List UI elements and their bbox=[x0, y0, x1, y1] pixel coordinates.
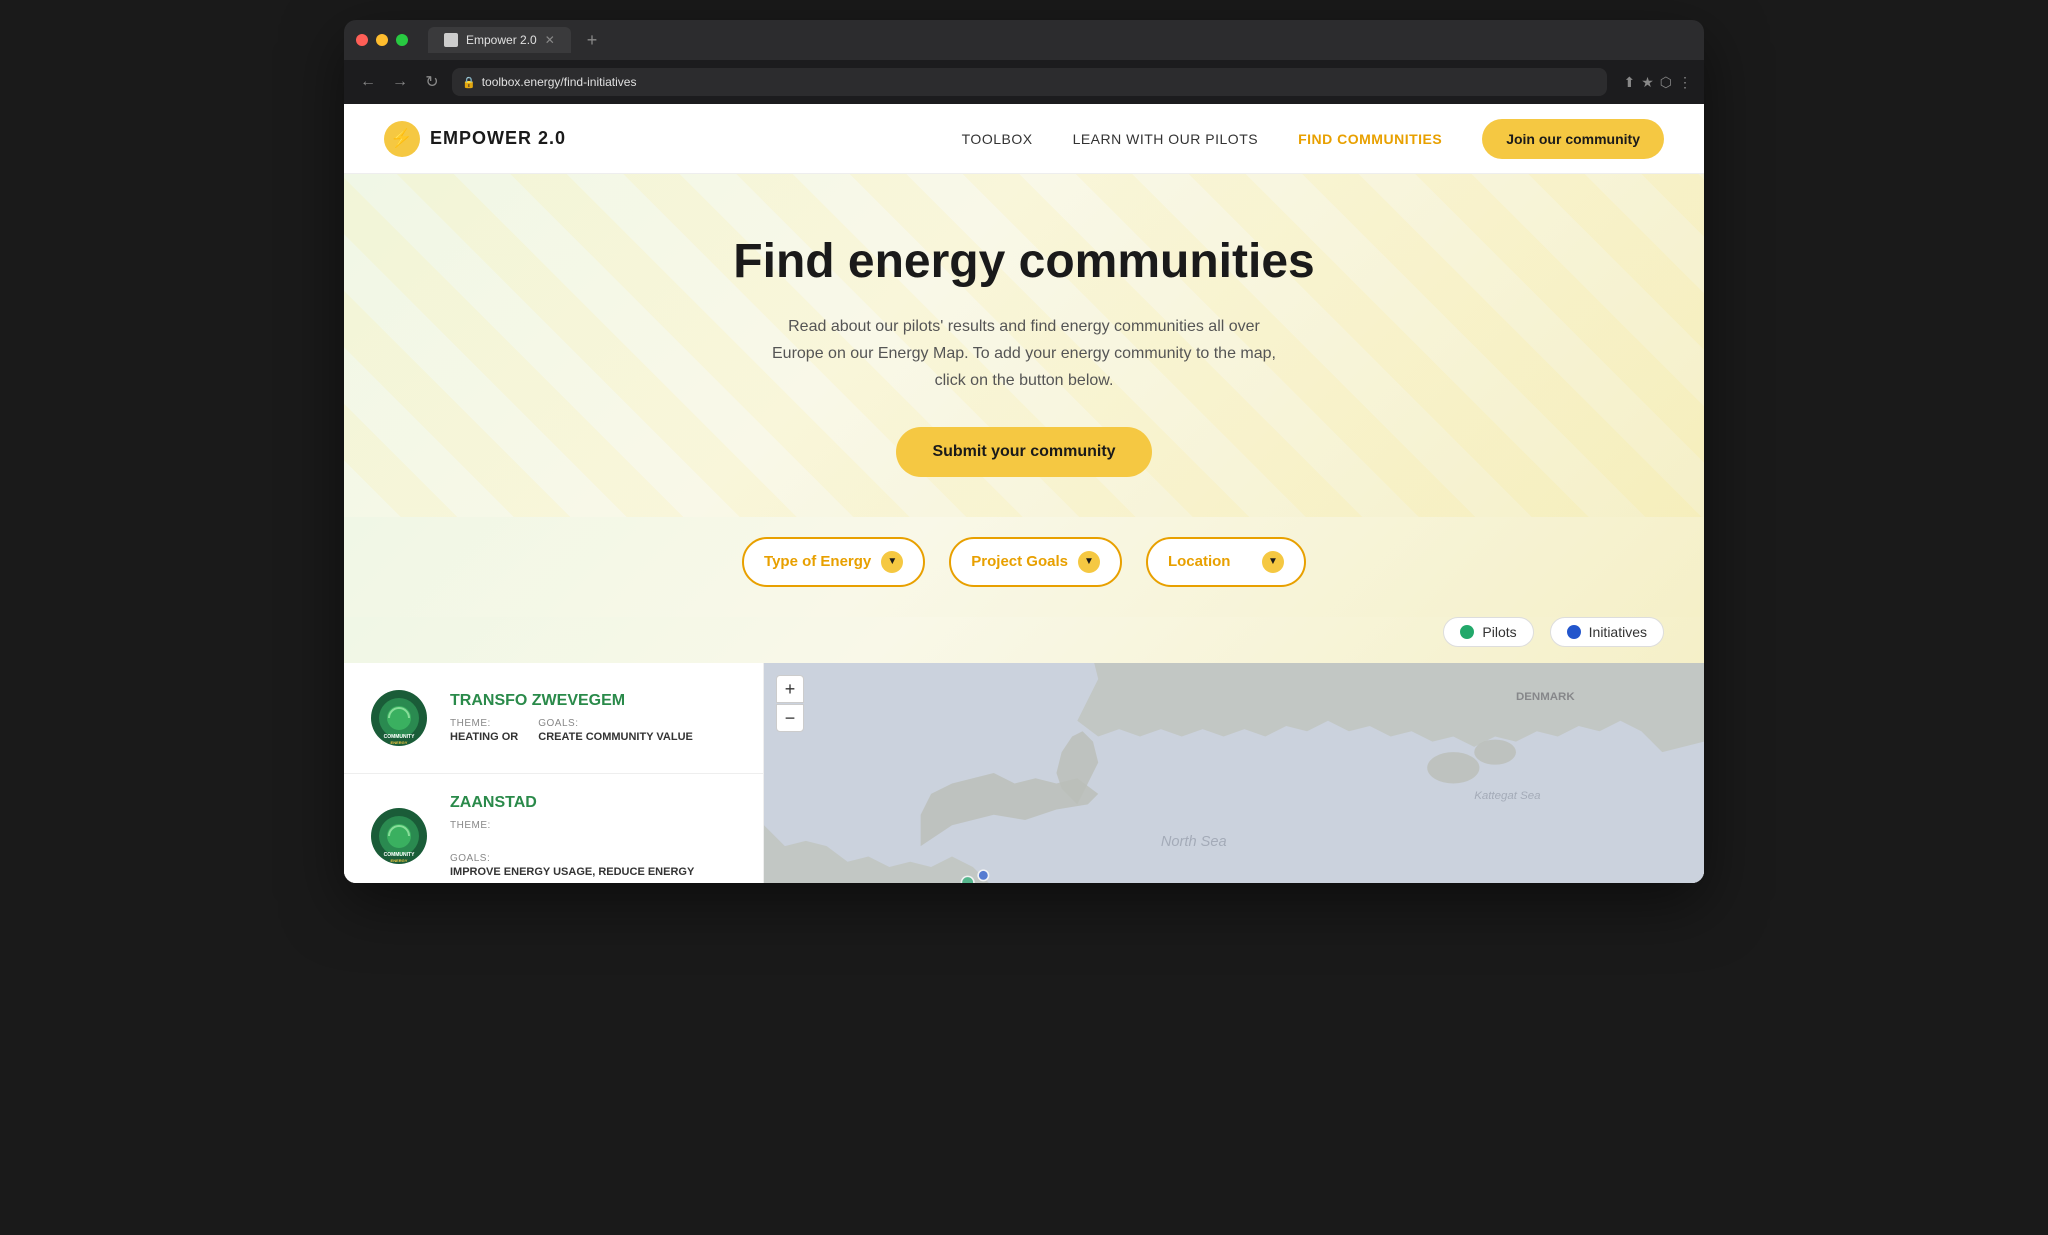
svg-text:ENERGY: ENERGY bbox=[391, 740, 408, 745]
browser-tab[interactable]: Empower 2.0 ✕ bbox=[428, 27, 571, 53]
tab-close-icon[interactable]: ✕ bbox=[545, 33, 555, 47]
hero-description: Read about our pilots' results and find … bbox=[764, 313, 1284, 395]
theme-label-transfo: THEME: bbox=[450, 718, 518, 729]
map-container[interactable]: North Sea Kattegat Sea DENMARK + − bbox=[764, 663, 1704, 883]
nav-link-pilots[interactable]: LEARN WITH OUR PILOTS bbox=[1073, 131, 1259, 147]
community-logo-zaanstad: COMMUNITY ENERGY bbox=[364, 801, 434, 871]
share-icon[interactable]: ⬆ bbox=[1623, 74, 1635, 91]
url-text: toolbox.energy/find-initiatives bbox=[482, 75, 637, 89]
main-content: COMMUNITY ENERGY TRANSFO ZWEVEGEM THEME:… bbox=[344, 663, 1704, 883]
logo-text: EMPOWER 2.0 bbox=[430, 128, 566, 149]
extensions-icon[interactable]: ⬡ bbox=[1660, 74, 1672, 91]
hero-title: Find energy communities bbox=[733, 234, 1314, 289]
north-sea-label: North Sea bbox=[1161, 834, 1227, 850]
location-label: Location bbox=[1168, 553, 1231, 570]
goals-value-zaanstad: IMPROVE ENERGY USAGE, REDUCE ENERGY bbox=[450, 866, 694, 878]
logo[interactable]: ⚡ EMPOWER 2.0 bbox=[384, 121, 566, 157]
community-info-transfo: TRANSFO ZWEVEGEM THEME: HEATING OR GOALS… bbox=[450, 692, 743, 743]
meta-goals-zaanstad: GOALS: IMPROVE ENERGY USAGE, REDUCE ENER… bbox=[450, 853, 694, 878]
project-goals-label: Project Goals bbox=[971, 553, 1068, 570]
new-tab-button[interactable]: + bbox=[587, 30, 598, 51]
pilots-dot-icon bbox=[1460, 625, 1474, 639]
tab-favicon bbox=[444, 33, 458, 47]
tab-title: Empower 2.0 bbox=[466, 33, 537, 47]
location-arrow-icon: ▼ bbox=[1262, 551, 1284, 573]
submit-community-button[interactable]: Submit your community bbox=[896, 427, 1151, 477]
initiatives-dot-icon bbox=[1567, 625, 1581, 639]
filters-section: Type of Energy ▼ Project Goals ▼ Locatio… bbox=[344, 517, 1704, 617]
theme-value-transfo: HEATING OR bbox=[450, 731, 518, 743]
back-button[interactable]: ← bbox=[356, 70, 380, 94]
bookmark-icon[interactable]: ★ bbox=[1641, 74, 1654, 91]
meta-theme-transfo: THEME: HEATING OR bbox=[450, 718, 518, 743]
nav-link-communities[interactable]: FIND COMMUNITIES bbox=[1298, 131, 1442, 147]
goals-label-transfo: GOALS: bbox=[538, 718, 693, 729]
browser-window: Empower 2.0 ✕ + ← → ↻ 🔒 toolbox.energy/f… bbox=[344, 20, 1704, 883]
nav-link-toolbox[interactable]: TOOLBOX bbox=[962, 131, 1033, 147]
location-filter[interactable]: Location ▼ bbox=[1146, 537, 1306, 587]
community-name-transfo: TRANSFO ZWEVEGEM bbox=[450, 692, 743, 710]
type-of-energy-arrow-icon: ▼ bbox=[881, 551, 903, 573]
goals-value-transfo: CREATE COMMUNITY VALUE bbox=[538, 731, 693, 743]
community-list: COMMUNITY ENERGY TRANSFO ZWEVEGEM THEME:… bbox=[344, 663, 764, 883]
community-card-transfo[interactable]: COMMUNITY ENERGY TRANSFO ZWEVEGEM THEME:… bbox=[344, 663, 763, 774]
site-nav: ⚡ EMPOWER 2.0 TOOLBOX LEARN WITH OUR PIL… bbox=[344, 104, 1704, 174]
legend-initiatives[interactable]: Initiatives bbox=[1550, 617, 1664, 647]
nav-links: TOOLBOX LEARN WITH OUR PILOTS FIND COMMU… bbox=[962, 119, 1664, 159]
community-info-zaanstad: ZAANSTAD THEME: GOALS: IMPROVE ENERGY US… bbox=[450, 794, 743, 878]
type-of-energy-label: Type of Energy bbox=[764, 553, 871, 570]
community-card-zaanstad[interactable]: COMMUNITY ENERGY ZAANSTAD THEME: bbox=[344, 774, 763, 883]
refresh-button[interactable]: ↻ bbox=[420, 70, 444, 94]
hero-section: Find energy communities Read about our p… bbox=[344, 174, 1704, 517]
menu-icon[interactable]: ⋮ bbox=[1678, 74, 1692, 91]
community-name-zaanstad: ZAANSTAD bbox=[450, 794, 743, 812]
pilots-label: Pilots bbox=[1482, 624, 1516, 640]
map-controls: + − bbox=[776, 675, 804, 732]
meta-goals-transfo: GOALS: CREATE COMMUNITY VALUE bbox=[538, 718, 693, 743]
type-of-energy-filter[interactable]: Type of Energy ▼ bbox=[742, 537, 925, 587]
logo-icon: ⚡ bbox=[384, 121, 420, 157]
address-bar[interactable]: 🔒 toolbox.energy/find-initiatives bbox=[452, 68, 1607, 96]
legend-row: Pilots Initiatives bbox=[344, 617, 1704, 663]
svg-text:ENERGY: ENERGY bbox=[391, 858, 408, 863]
meta-theme-zaanstad: THEME: bbox=[450, 820, 491, 833]
initiatives-label: Initiatives bbox=[1589, 624, 1647, 640]
lock-icon: 🔒 bbox=[462, 76, 476, 89]
close-button[interactable] bbox=[356, 34, 368, 46]
toolbar-actions: ⬆ ★ ⬡ ⋮ bbox=[1623, 74, 1692, 91]
website-content: ⚡ EMPOWER 2.0 TOOLBOX LEARN WITH OUR PIL… bbox=[344, 104, 1704, 883]
minimize-button[interactable] bbox=[376, 34, 388, 46]
legend-pilots[interactable]: Pilots bbox=[1443, 617, 1533, 647]
zoom-in-button[interactable]: + bbox=[776, 675, 804, 703]
community-meta-zaanstad: THEME: GOALS: IMPROVE ENERGY USAGE, REDU… bbox=[450, 820, 743, 878]
browser-toolbar: ← → ↻ 🔒 toolbox.energy/find-initiatives … bbox=[344, 60, 1704, 104]
project-goals-arrow-icon: ▼ bbox=[1078, 551, 1100, 573]
denmark-label: DENMARK bbox=[1516, 690, 1575, 702]
zoom-out-button[interactable]: − bbox=[776, 704, 804, 732]
forward-button[interactable]: → bbox=[388, 70, 412, 94]
goals-label-zaanstad: GOALS: bbox=[450, 853, 694, 864]
maximize-button[interactable] bbox=[396, 34, 408, 46]
kattegat-label: Kattegat Sea bbox=[1474, 790, 1540, 802]
join-community-button[interactable]: Join our community bbox=[1482, 119, 1664, 159]
community-meta-transfo: THEME: HEATING OR GOALS: CREATE COMMUNIT… bbox=[450, 718, 743, 743]
browser-titlebar: Empower 2.0 ✕ + bbox=[344, 20, 1704, 60]
community-logo-transfo: COMMUNITY ENERGY bbox=[364, 683, 434, 753]
theme-label-zaanstad: THEME: bbox=[450, 820, 491, 831]
project-goals-filter[interactable]: Project Goals ▼ bbox=[949, 537, 1122, 587]
